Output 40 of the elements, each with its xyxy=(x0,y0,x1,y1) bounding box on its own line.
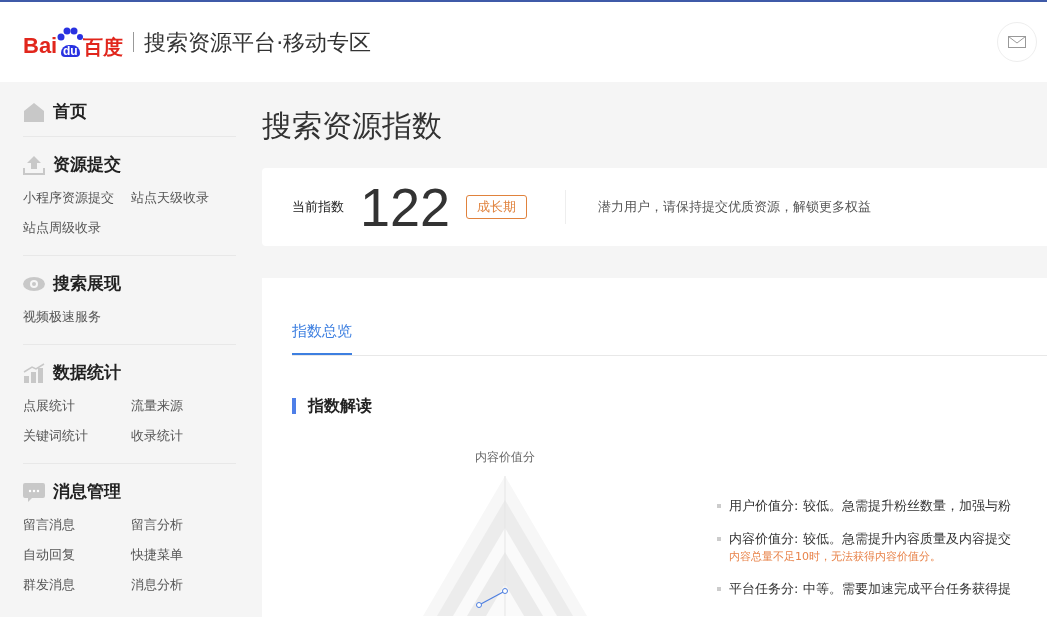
sidebar-section-title[interactable]: 资源提交 xyxy=(53,152,121,178)
eye-icon xyxy=(23,276,45,292)
warning-text: 内容总量不足10时，无法获得内容价值分。 xyxy=(729,548,942,565)
sidebar-item[interactable]: 群发消息 xyxy=(23,570,131,600)
sidebar-item[interactable]: 流量来源 xyxy=(131,391,236,421)
sidebar-item[interactable]: 留言消息 xyxy=(23,510,131,540)
sidebar-item[interactable]: 关键词统计 xyxy=(23,421,131,451)
sidebar-item[interactable]: 留言分析 xyxy=(131,510,236,540)
index-label: 当前指数 xyxy=(292,198,344,217)
sidebar-section-title[interactable]: 搜索展现 xyxy=(53,271,121,297)
upload-icon xyxy=(23,155,45,175)
note-text: 平台任务分: 中等。需要加速完成平台任务获得提 xyxy=(729,580,1011,598)
sidebar-item[interactable]: 收录统计 xyxy=(131,421,236,451)
stage-tag: 成长期 xyxy=(466,195,528,219)
sidebar-item[interactable]: 站点天级收录 xyxy=(131,183,236,213)
logo[interactable]: Bai du 百度 xyxy=(23,27,124,57)
platform-title: 搜索资源平台·移动专区 xyxy=(144,28,372,57)
home-icon xyxy=(23,102,45,122)
sidebar-item[interactable]: 消息分析 xyxy=(131,570,236,600)
sidebar-item[interactable]: 点展统计 xyxy=(23,391,131,421)
sidebar-section-title[interactable]: 消息管理 xyxy=(53,479,121,505)
section-title: 指数解读 xyxy=(308,394,372,417)
bar-chart-icon xyxy=(23,363,45,383)
tab[interactable]: 指数总览 xyxy=(292,320,352,355)
sidebar-item[interactable]: 站点周级收录 xyxy=(23,213,131,243)
chat-bubble-icon xyxy=(23,482,45,502)
index-message: 潜力用户，请保持提交优质资源，解锁更多权益 xyxy=(598,198,872,217)
sidebar-item[interactable]: 视频极速服务 xyxy=(23,302,131,332)
radar-data-line xyxy=(475,587,508,608)
sidebar-section-title[interactable]: 数据统计 xyxy=(53,360,121,386)
sidebar-item[interactable]: 快捷菜单 xyxy=(131,540,236,570)
radar-axis-label: 内容价值分 xyxy=(474,448,535,466)
sidebar-section-title[interactable]: 首页 xyxy=(53,99,87,125)
note-text: 用户价值分: 较低。急需提升粉丝数量，加强与粉 xyxy=(729,496,1011,515)
sidebar-item[interactable]: 小程序资源提交 xyxy=(23,183,131,213)
note-text: 内容价值分: 较低。急需提升内容质量及内容提交 xyxy=(729,530,1011,548)
index-value: 122 xyxy=(360,180,451,234)
page-title: 搜索资源指数 xyxy=(262,106,443,145)
mail-icon xyxy=(1008,36,1026,48)
sidebar-item[interactable]: 自动回复 xyxy=(23,540,131,570)
